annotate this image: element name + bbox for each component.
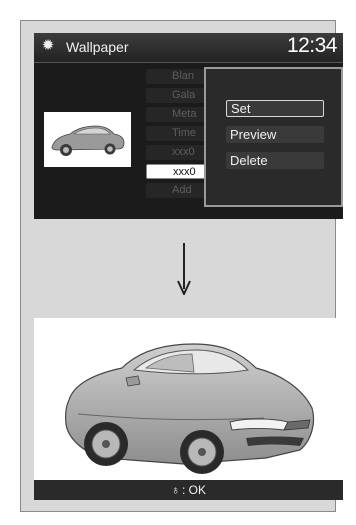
wallpaper-thumbnail [44,112,131,167]
list-item[interactable]: Gala [146,88,206,103]
wallpaper-list: Blan Gala Meta Time xxx0 xxx0 Add [146,69,206,215]
down-arrow-icon [177,243,191,295]
list-item[interactable]: xxx0 [146,145,206,160]
status-bar: ✹ Wallpaper 12:34 [34,33,343,63]
car-image [65,343,315,474]
list-item[interactable]: Add [146,183,206,198]
ok-bar: ♁: OK [34,480,343,500]
wallpaper-menu-screen: ✹ Wallpaper 12:34 Blan Gala Meta Time xx… [34,33,343,219]
gear-icon: ✹ [41,37,55,54]
preview-option[interactable]: Preview [226,126,324,143]
options-popup: Set Preview Delete [204,67,343,207]
list-item[interactable]: Time [146,126,206,141]
screen-title: Wallpaper [66,39,129,55]
list-item-selected[interactable]: xxx0 [146,164,206,179]
delete-option[interactable]: Delete [226,152,324,169]
dial-knob-icon: ♁ [170,483,180,497]
wallpaper-preview-screen: ♁: OK [34,318,343,500]
list-item[interactable]: Blan [146,69,206,84]
ok-label[interactable]: : OK [182,483,206,497]
set-option[interactable]: Set [226,100,324,117]
clock: 12:34 [286,34,338,57]
list-item[interactable]: Meta [146,107,206,122]
